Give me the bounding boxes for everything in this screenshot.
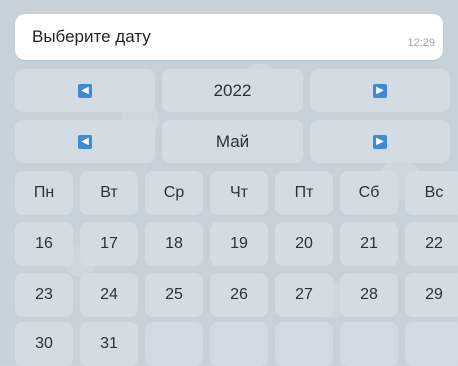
- day-button[interactable]: 31: [80, 322, 138, 366]
- day-button[interactable]: 16: [15, 222, 73, 266]
- right-arrow-icon: ▶: [373, 134, 387, 149]
- weekday-button[interactable]: Чт: [210, 171, 268, 215]
- week-row: 23 24 25 26 27 28 29: [15, 273, 458, 317]
- weekday-button[interactable]: Вт: [80, 171, 138, 215]
- day-button[interactable]: 17: [80, 222, 138, 266]
- year-button[interactable]: 2022: [162, 69, 303, 112]
- empty-day-button[interactable]: [275, 322, 333, 366]
- prev-month-button[interactable]: ◀: [15, 120, 155, 163]
- year-row: ◀ 2022 ▶: [15, 69, 450, 112]
- day-button[interactable]: 29: [405, 273, 458, 317]
- weekday-button[interactable]: Сб: [340, 171, 398, 215]
- next-year-button[interactable]: ▶: [310, 69, 450, 112]
- day-button[interactable]: 21: [340, 222, 398, 266]
- empty-day-button[interactable]: [210, 322, 268, 366]
- left-arrow-icon: ◀: [78, 134, 92, 149]
- week-row: 30 31: [15, 322, 458, 366]
- day-button[interactable]: 28: [340, 273, 398, 317]
- day-button[interactable]: 25: [145, 273, 203, 317]
- month-row: ◀ Май ▶: [15, 120, 450, 163]
- day-button[interactable]: 22: [405, 222, 458, 266]
- message-time: 12:29: [407, 37, 435, 49]
- day-button[interactable]: 26: [210, 273, 268, 317]
- month-button[interactable]: Май: [162, 120, 303, 163]
- weekday-button[interactable]: Ср: [145, 171, 203, 215]
- day-button[interactable]: 30: [15, 322, 73, 366]
- message-text: Выберите дату: [32, 27, 151, 46]
- bot-message: Выберите дату 12:29: [15, 14, 443, 60]
- day-button[interactable]: 24: [80, 273, 138, 317]
- weekday-button[interactable]: Вс: [405, 171, 458, 215]
- day-button[interactable]: 20: [275, 222, 333, 266]
- weekday-row: Пн Вт Ср Чт Пт Сб Вс: [15, 171, 458, 215]
- empty-day-button[interactable]: [145, 322, 203, 366]
- day-button[interactable]: 23: [15, 273, 73, 317]
- day-button[interactable]: 18: [145, 222, 203, 266]
- prev-year-button[interactable]: ◀: [15, 69, 155, 112]
- weekday-button[interactable]: Пт: [275, 171, 333, 215]
- left-arrow-icon: ◀: [78, 83, 92, 98]
- day-button[interactable]: 27: [275, 273, 333, 317]
- empty-day-button[interactable]: [405, 322, 458, 366]
- weekday-button[interactable]: Пн: [15, 171, 73, 215]
- right-arrow-icon: ▶: [373, 83, 387, 98]
- next-month-button[interactable]: ▶: [310, 120, 450, 163]
- day-button[interactable]: 19: [210, 222, 268, 266]
- empty-day-button[interactable]: [340, 322, 398, 366]
- week-row: 16 17 18 19 20 21 22: [15, 222, 458, 266]
